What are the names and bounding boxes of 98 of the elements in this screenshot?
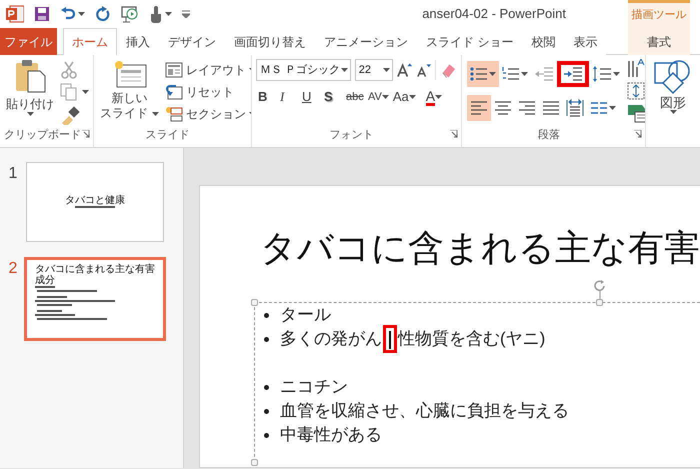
numbered-list-icon	[502, 66, 520, 82]
caret-icon	[489, 72, 496, 76]
bullet-text: タール	[280, 304, 331, 326]
slide-number: 2	[8, 259, 18, 279]
bullet-icon	[264, 432, 269, 438]
text-direction-icon[interactable]	[627, 59, 645, 79]
section-button[interactable]: セクション	[163, 103, 251, 125]
slide-thumbnail[interactable]: タバコと健康	[26, 162, 164, 242]
contextual-tab-label: 描画ツール	[628, 0, 690, 28]
bullet-text: 多くの発がん	[280, 328, 382, 350]
align-center-icon	[494, 101, 512, 115]
group-label: フォント	[330, 128, 374, 143]
grow-font-icon[interactable]	[396, 62, 412, 78]
font-name-field[interactable]: ＭＳ Ｐゴシック	[256, 59, 351, 81]
group-label: 段落	[538, 128, 560, 143]
bullet-text: ニコチン	[280, 376, 348, 398]
bullet-icon	[264, 408, 269, 414]
strike-button[interactable]: abc	[344, 85, 366, 109]
new-slide-button[interactable]: 新しい スライド	[98, 59, 161, 127]
caret-icon	[78, 12, 85, 16]
customize-icon[interactable]	[182, 10, 190, 18]
file-tab[interactable]: ファイル	[0, 28, 57, 55]
new-slide-icon	[112, 59, 146, 89]
shadow-button[interactable]: S	[322, 85, 344, 109]
bullets-button[interactable]	[467, 61, 499, 87]
bullet-text: 中毒性がある	[280, 424, 382, 446]
bullet-text: 性物質を含む(ヤニ)	[398, 328, 546, 350]
dialog-launcher-icon[interactable]	[82, 130, 90, 138]
thumbnail-title: タバコに含まれる主な有害成分	[35, 264, 155, 286]
bullet-icon	[264, 312, 269, 318]
reset-icon	[165, 84, 183, 100]
group-label: スライド	[146, 128, 190, 143]
caret-icon	[435, 95, 442, 99]
bullet-icon	[264, 336, 269, 342]
paste-button[interactable]: 貼り付け	[4, 59, 56, 127]
clipboard-icon	[14, 59, 46, 93]
shrink-font-icon[interactable]	[416, 62, 432, 78]
dialog-launcher-icon[interactable]	[634, 130, 642, 138]
rotate-handle-icon[interactable]	[593, 279, 607, 299]
bullet-icon	[264, 384, 269, 390]
caret-icon	[609, 106, 616, 110]
indent-button[interactable]	[557, 61, 589, 87]
align-right-icon	[518, 101, 536, 115]
align-left-button[interactable]	[467, 95, 491, 121]
resize-handle[interactable]	[251, 459, 258, 466]
shapes-button[interactable]: 図形	[650, 59, 696, 114]
caret-icon	[408, 95, 416, 99]
bullet-text: 血管を収縮させ、心臓に負担を与える	[280, 400, 569, 422]
columns-icon	[590, 101, 608, 115]
caret-icon	[382, 68, 390, 72]
group-label: クリップボード	[4, 128, 81, 143]
caret-icon	[26, 112, 34, 116]
format-painter-icon[interactable]	[60, 105, 80, 125]
reset-button[interactable]: リセット	[163, 81, 251, 103]
thumbnail-title: タバコと健康	[65, 195, 125, 206]
text-placeholder[interactable]: タール 多くの発がん 性物質を含む(ヤニ) ニコチン 血管を収縮させ、心臓に負担を与える 中毒性がある	[254, 302, 700, 462]
resize-handle[interactable]	[251, 299, 258, 306]
increase-indent-icon	[563, 67, 583, 81]
thumbnail-subtitle-drawing	[75, 206, 115, 209]
resize-handle[interactable]	[596, 299, 603, 306]
justify-icon	[542, 101, 560, 115]
font-size-field[interactable]: 22	[354, 59, 393, 81]
layout-icon	[165, 62, 183, 78]
bullet-list-icon	[470, 66, 488, 82]
italic-button[interactable]: I	[278, 85, 300, 109]
caret-icon	[165, 12, 172, 16]
line-spacing-icon	[592, 65, 612, 83]
ribbon-tab[interactable]: ホーム	[63, 28, 117, 55]
caret-icon	[382, 95, 389, 99]
bold-button[interactable]: B	[256, 85, 278, 109]
slide-thumbnail[interactable]: タバコに含まれる主な有害成分	[24, 257, 166, 341]
app-icon	[6, 5, 24, 23]
distribute-icon	[566, 99, 584, 117]
ribbon-tab[interactable]: 書式	[628, 28, 690, 55]
align-left-icon	[470, 101, 488, 115]
presenter-icon[interactable]	[121, 5, 139, 23]
color-button[interactable]: A	[424, 85, 446, 109]
caret-icon	[670, 110, 676, 114]
touch-icon[interactable]	[149, 5, 163, 23]
save-icon[interactable]	[34, 6, 50, 22]
decrease-indent-icon	[534, 67, 554, 81]
spacing-button[interactable]: AV	[366, 85, 391, 109]
caret-icon	[613, 72, 620, 76]
redo-icon[interactable]	[95, 6, 111, 22]
window-title: anser04-02 - PowerPoint	[422, 5, 566, 24]
slide-number: 1	[8, 164, 18, 184]
caret-icon	[340, 68, 348, 72]
underline-button[interactable]: U	[300, 85, 322, 109]
undo-icon[interactable]	[60, 7, 76, 21]
slide-title: タバコに含まれる主な有害	[260, 226, 700, 270]
caret-icon	[152, 112, 159, 116]
caret-icon	[521, 72, 528, 76]
dialog-launcher-icon[interactable]	[450, 130, 458, 138]
case-button[interactable]: Aa	[390, 85, 418, 109]
caret-icon	[82, 90, 89, 94]
section-icon	[165, 106, 183, 122]
align-text-icon[interactable]	[627, 81, 645, 101]
smartart-icon[interactable]	[627, 103, 645, 123]
